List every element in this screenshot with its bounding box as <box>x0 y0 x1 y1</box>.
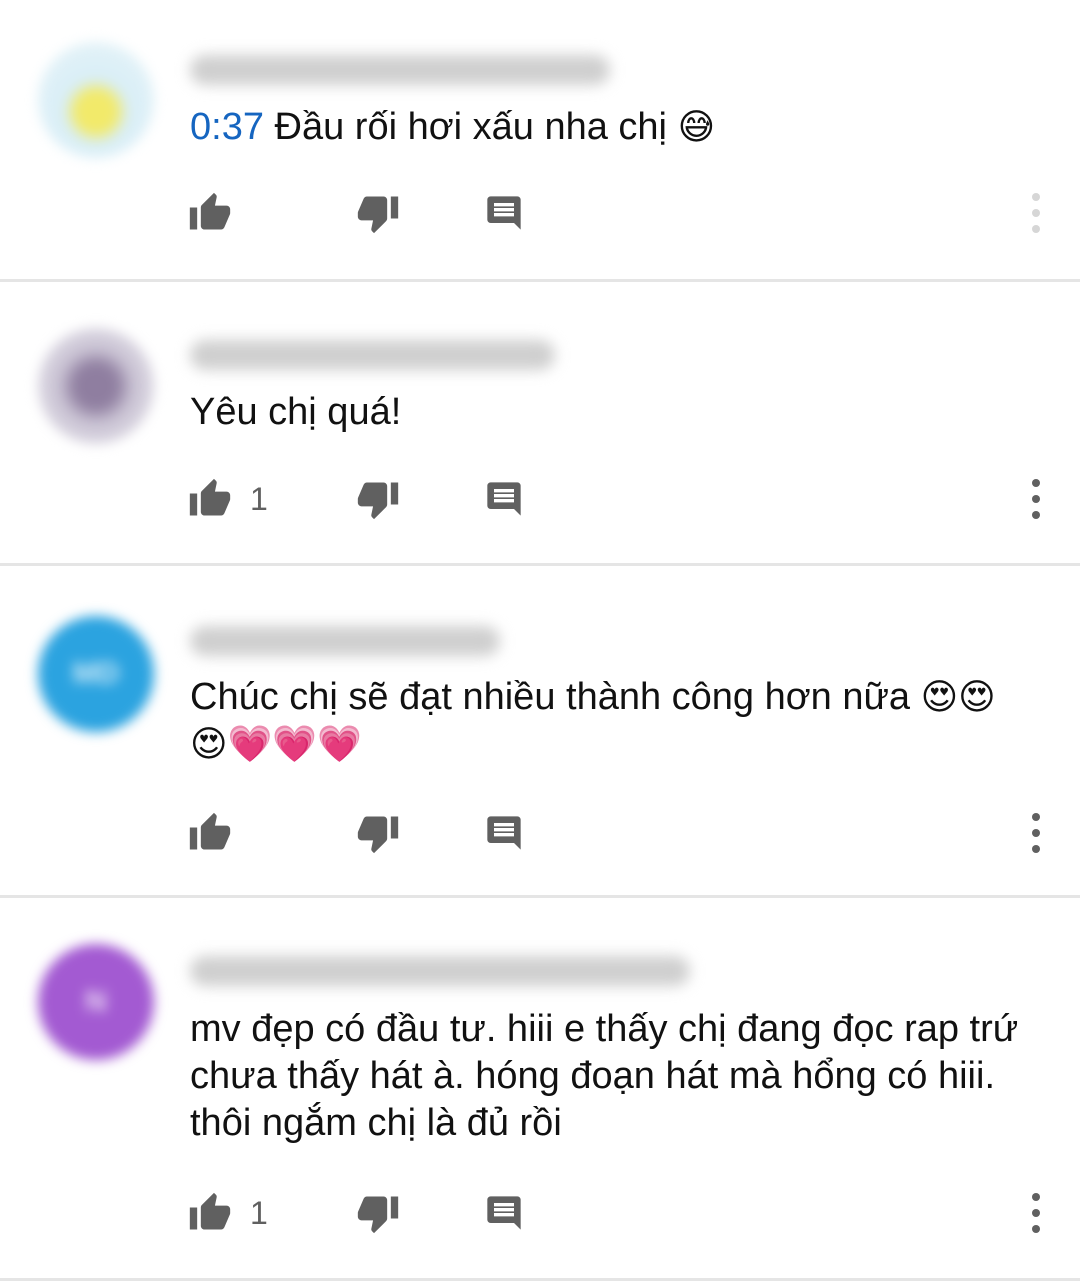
comment-actions <box>188 808 1080 858</box>
more-options-button[interactable] <box>1028 188 1044 238</box>
more-options-button[interactable] <box>1028 808 1044 858</box>
comment-text: 0:37 Đầu rối hơi xấu nha chị 😅 <box>190 106 716 148</box>
dislike-button[interactable] <box>356 1188 400 1238</box>
comment-actions <box>188 188 1080 238</box>
like-button[interactable]: 1 <box>188 1188 268 1238</box>
reply-button[interactable] <box>484 1188 524 1238</box>
comment-author-meta <box>190 626 500 656</box>
thumb-up-icon <box>189 1192 231 1230</box>
comment-actions: 1 <box>188 1188 1080 1238</box>
thumb-down-icon <box>357 482 399 520</box>
dislike-button[interactable] <box>356 474 400 524</box>
thumb-up-icon <box>189 812 231 850</box>
thumb-down-icon <box>357 196 399 234</box>
reply-comment-icon <box>487 482 521 516</box>
like-count: 1 <box>250 1194 268 1231</box>
more-vertical-icon <box>1032 813 1040 853</box>
avatar[interactable]: MD <box>38 616 154 732</box>
comment-item: 0:37 Đầu rối hơi xấu nha chị 😅 <box>0 0 1080 282</box>
like-button[interactable]: 1 <box>188 474 268 524</box>
thumb-down-icon <box>357 1196 399 1234</box>
reply-comment-icon <box>487 816 521 850</box>
avatar[interactable]: N <box>38 944 154 1060</box>
thumb-up-icon <box>189 192 231 230</box>
like-button[interactable] <box>188 188 250 238</box>
reply-button[interactable] <box>484 188 524 238</box>
comment-text: Chúc chị sẽ đạt nhiều thành công hơn nữa… <box>190 676 996 765</box>
timestamp-link[interactable]: 0:37 <box>190 106 264 148</box>
more-options-button[interactable] <box>1028 1188 1044 1238</box>
reply-comment-icon <box>487 196 521 230</box>
reply-button[interactable] <box>484 474 524 524</box>
avatar[interactable] <box>38 42 154 158</box>
comment-text: Yêu chị quá! <box>190 391 402 433</box>
dislike-button[interactable] <box>356 808 400 858</box>
more-vertical-icon <box>1032 479 1040 519</box>
like-button[interactable] <box>188 808 250 858</box>
avatar[interactable] <box>38 328 154 444</box>
comment-item: MD Chúc chị sẽ đạt nhiều thành công hơn … <box>0 566 1080 898</box>
comment-text: mv đẹp có đầu tư. hiii e thấy chị đang đ… <box>190 1008 1019 1144</box>
reply-comment-icon <box>487 1196 521 1230</box>
like-count: 1 <box>250 480 268 517</box>
reply-button[interactable] <box>484 808 524 858</box>
thumb-down-icon <box>357 816 399 854</box>
more-vertical-icon <box>1032 1193 1040 1233</box>
comment-author-meta <box>190 340 555 370</box>
comment-author-meta <box>190 55 610 85</box>
more-vertical-icon <box>1032 193 1040 233</box>
dislike-button[interactable] <box>356 188 400 238</box>
more-options-button[interactable] <box>1028 474 1044 524</box>
comment-actions: 1 <box>188 474 1080 524</box>
comment-author-meta <box>190 956 690 986</box>
comment-item: N mv đẹp có đầu tư. hiii e thấy chị đang… <box>0 898 1080 1281</box>
comment-item: Yêu chị quá! 1 <box>0 282 1080 566</box>
thumb-up-icon <box>189 478 231 516</box>
emoji: 😅 <box>677 107 716 148</box>
